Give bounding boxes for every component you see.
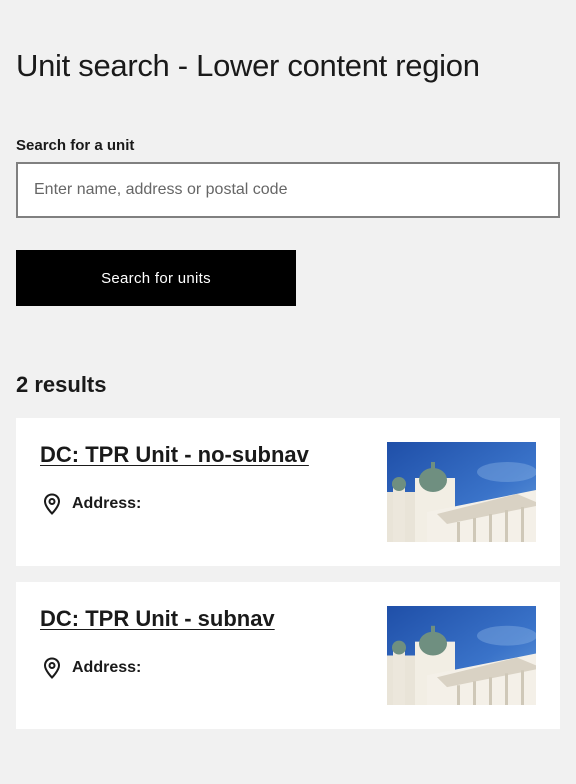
location-pin-icon: [40, 656, 64, 680]
address-label: Address:: [72, 659, 142, 676]
result-card: DC: TPR Unit - subnav Address:: [16, 582, 560, 729]
search-button[interactable]: Search for units: [16, 250, 296, 306]
address-row: Address:: [40, 492, 141, 516]
result-title-link[interactable]: DC: TPR Unit - no-subnav: [40, 440, 309, 470]
search-input[interactable]: [16, 162, 560, 218]
cathedral-photo: [387, 606, 536, 705]
result-title-link[interactable]: DC: TPR Unit - subnav: [40, 604, 275, 634]
search-label: Search for a unit: [16, 137, 135, 154]
results-count: 2 results: [16, 372, 107, 397]
location-pin-icon: [40, 492, 64, 516]
page-title: Unit search - Lower content region: [16, 48, 480, 83]
result-card: DC: TPR Unit - no-subnav Address:: [16, 418, 560, 566]
address-label: Address:: [72, 495, 142, 512]
address-row: Address:: [40, 656, 141, 680]
cathedral-photo: [387, 442, 536, 542]
